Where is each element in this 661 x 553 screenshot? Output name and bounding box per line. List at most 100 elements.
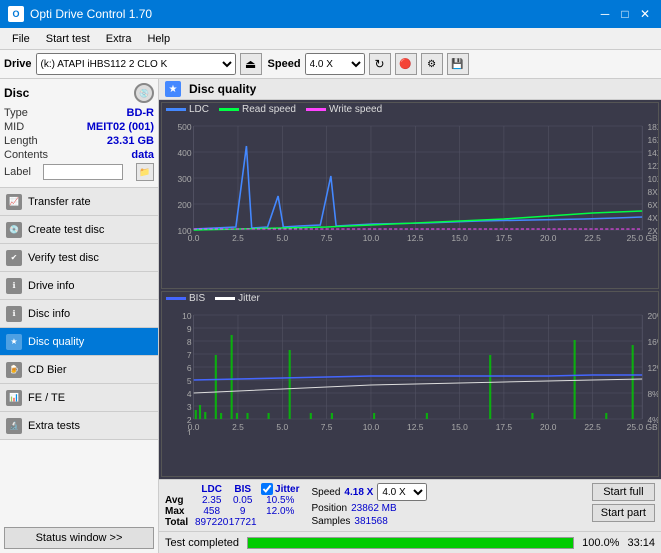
total-ldc: 897220 (195, 517, 228, 528)
fe-te-icon: 📊 (6, 390, 22, 406)
status-time: 33:14 (627, 537, 655, 549)
disc-mid-row: MID MEIT02 (001) (4, 121, 154, 133)
start-full-button[interactable]: Start full (592, 483, 655, 501)
app-title: Opti Drive Control 1.70 (30, 7, 152, 21)
svg-text:200: 200 (177, 201, 192, 210)
titlebar: O Opti Drive Control 1.70 ─ □ ✕ (0, 0, 661, 28)
speed-row: Speed 4.18 X 4.0 X (312, 483, 428, 501)
svg-text:10.0: 10.0 (363, 234, 380, 243)
menu-start-test[interactable]: Start test (38, 31, 98, 47)
svg-text:16X: 16X (647, 136, 658, 145)
charts-area: LDC Read speed Write speed (159, 100, 661, 479)
svg-text:8: 8 (187, 338, 192, 347)
position-value: 23862 MB (351, 503, 397, 514)
max-label: Max (165, 506, 195, 517)
nav-disc-info[interactable]: ℹ Disc info (0, 300, 158, 328)
nav-extra-tests[interactable]: 🔬 Extra tests (0, 412, 158, 440)
svg-text:17.5: 17.5 (496, 423, 513, 432)
nav-transfer-rate[interactable]: 📈 Transfer rate (0, 188, 158, 216)
samples-label: Samples (312, 516, 351, 527)
disc-length-value: 23.31 GB (107, 135, 154, 147)
legend-bis: BIS (166, 293, 205, 304)
nav-disc-quality[interactable]: ★ Disc quality (0, 328, 158, 356)
svg-text:7.5: 7.5 (321, 234, 333, 243)
close-button[interactable]: ✕ (637, 7, 653, 21)
save-button[interactable]: 💾 (447, 53, 469, 75)
maximize-button[interactable]: □ (617, 7, 633, 21)
jitter-checkbox[interactable] (261, 483, 273, 495)
speed-dropdown[interactable]: 4.0 X (305, 53, 365, 75)
top-chart-legend: LDC Read speed Write speed (162, 103, 658, 116)
svg-text:10: 10 (182, 312, 192, 321)
svg-text:22.5: 22.5 (584, 234, 601, 243)
nav-create-test-disc-label: Create test disc (28, 224, 104, 236)
ldc-color (166, 108, 186, 111)
main-layout: Disc 💿 Type BD-R MID MEIT02 (001) Length… (0, 79, 661, 553)
disc-info-icon: ℹ (6, 306, 22, 322)
nav-create-test-disc[interactable]: 💿 Create test disc (0, 216, 158, 244)
left-panel: Disc 💿 Type BD-R MID MEIT02 (001) Length… (0, 79, 159, 553)
extra-tests-icon: 🔬 (6, 418, 22, 434)
nav-fe-te-label: FE / TE (28, 392, 65, 404)
jitter-checkbox-row: Jitter (261, 483, 299, 495)
avg-label: Avg (165, 495, 195, 506)
disc-quality-title: Disc quality (189, 82, 256, 96)
eject-button[interactable]: ⏏ (240, 53, 262, 75)
svg-text:25.0 GB: 25.0 GB (627, 423, 658, 432)
speed-stat-dropdown[interactable]: 4.0 X (377, 483, 427, 501)
legend-jitter-label: Jitter (238, 293, 260, 304)
nav-disc-info-label: Disc info (28, 308, 70, 320)
legend-read-label: Read speed (242, 104, 296, 115)
speed-section: Speed 4.0 X ↻ 🔴 ⚙ 💾 (268, 53, 469, 75)
svg-text:5: 5 (187, 377, 192, 386)
stats-table: LDC BIS Jitter Avg 2.35 (165, 483, 304, 528)
max-jitter: 12.0% (257, 506, 303, 517)
disc-type-value: BD-R (127, 107, 155, 119)
settings-button[interactable]: ⚙ (421, 53, 443, 75)
svg-text:500: 500 (177, 123, 192, 132)
verify-test-disc-icon: ✔ (6, 250, 22, 266)
nav-disc-quality-label: Disc quality (28, 336, 84, 348)
drive-dropdown[interactable]: (k:) ATAPI iHBS112 2 CLO K (36, 53, 236, 75)
status-text: Test completed (165, 537, 239, 549)
svg-text:16%: 16% (647, 338, 658, 347)
total-bis: 17721 (228, 517, 257, 528)
disc-contents-row: Contents data (4, 149, 154, 161)
svg-text:22.5: 22.5 (584, 423, 601, 432)
nav-drive-info[interactable]: ℹ Drive info (0, 272, 158, 300)
write-color (306, 108, 326, 111)
menu-help[interactable]: Help (139, 31, 178, 47)
burn-button[interactable]: 🔴 (395, 53, 417, 75)
menu-file[interactable]: File (4, 31, 38, 47)
disc-contents-label: Contents (4, 149, 48, 161)
disc-type-row: Type BD-R (4, 107, 154, 119)
svg-text:8%: 8% (647, 390, 658, 399)
start-part-button[interactable]: Start part (592, 504, 655, 522)
nav-verify-test-disc[interactable]: ✔ Verify test disc (0, 244, 158, 272)
position-label: Position (312, 503, 348, 514)
disc-quality-icon-header: ★ (165, 81, 181, 97)
disc-label-input[interactable] (43, 164, 123, 180)
nav-cd-bier[interactable]: 🍺 CD Bier (0, 356, 158, 384)
disc-mid-label: MID (4, 121, 24, 133)
avg-ldc: 2.35 (195, 495, 228, 506)
svg-text:15.0: 15.0 (451, 423, 468, 432)
avg-bis: 0.05 (228, 495, 257, 506)
svg-text:5.0: 5.0 (276, 423, 288, 432)
nav-verify-test-disc-label: Verify test disc (28, 252, 99, 264)
speed-refresh-button[interactable]: ↻ (369, 53, 391, 75)
svg-text:8X: 8X (647, 188, 658, 197)
legend-read: Read speed (219, 104, 296, 115)
menu-extra[interactable]: Extra (98, 31, 140, 47)
avg-row: Avg 2.35 0.05 10.5% (165, 495, 304, 506)
nav-fe-te[interactable]: 📊 FE / TE (0, 384, 158, 412)
status-window-button[interactable]: Status window >> (4, 527, 154, 549)
disc-label-browse[interactable]: 📁 (136, 163, 154, 181)
svg-text:20%: 20% (647, 312, 658, 321)
speed-label: Speed (268, 58, 301, 70)
minimize-button[interactable]: ─ (597, 7, 613, 21)
svg-text:3: 3 (187, 403, 192, 412)
svg-text:9: 9 (187, 325, 192, 334)
speed-stat-value: 4.18 X (344, 487, 373, 498)
nav-extra-tests-label: Extra tests (28, 420, 80, 432)
